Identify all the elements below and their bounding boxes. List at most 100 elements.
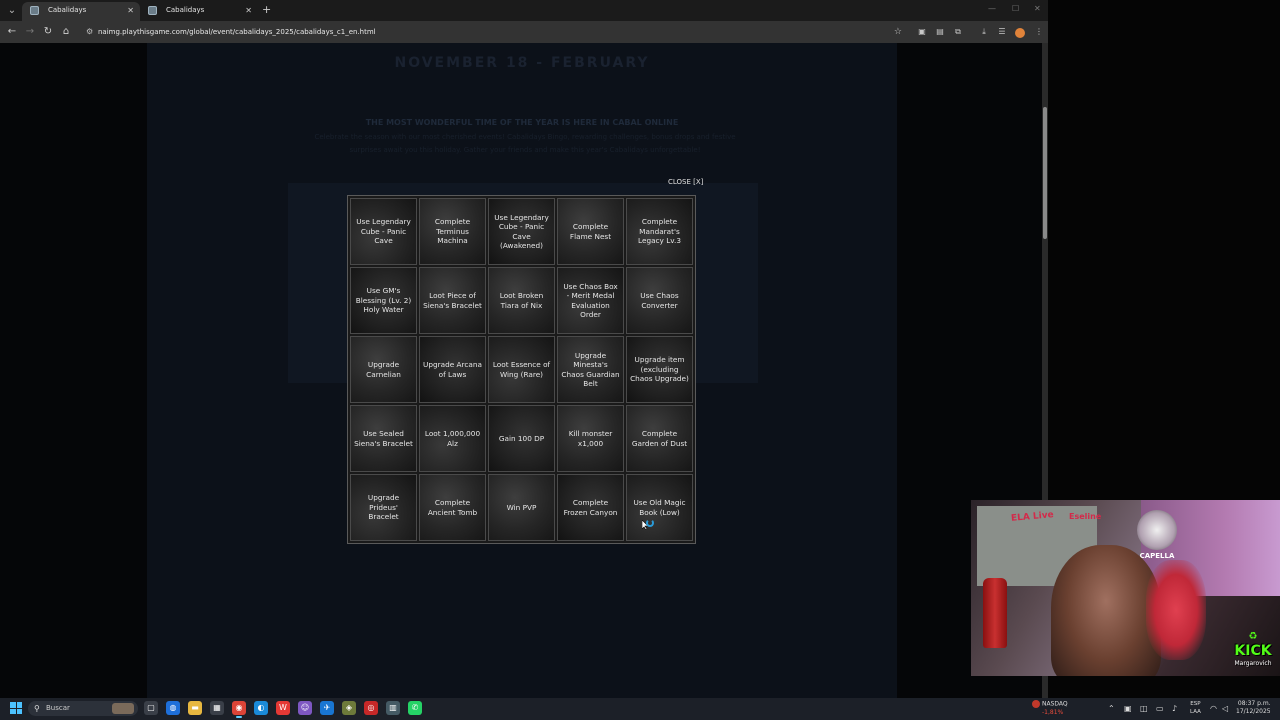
file-explorer-icon[interactable]: ▬ <box>188 701 202 715</box>
menu-dots-icon[interactable]: ⋮ <box>1033 25 1045 39</box>
app-w-icon[interactable]: W <box>276 701 290 715</box>
stock-indicator-icon <box>1032 700 1040 708</box>
address-url[interactable]: naimg.playthisgame.com/global/event/caba… <box>98 24 376 40</box>
windows-start-icon[interactable] <box>10 702 22 714</box>
minimize-icon[interactable]: — <box>988 4 996 13</box>
app-game-icon[interactable]: ◈ <box>342 701 356 715</box>
reload-icon[interactable]: ↻ <box>41 25 55 39</box>
bingo-cell[interactable]: Upgrade Carnelian <box>350 336 417 403</box>
bingo-cell[interactable]: Complete Garden of Dust <box>626 405 693 472</box>
soda-bottle <box>983 578 1007 648</box>
address-bar[interactable]: ⚙ naimg.playthisgame.com/global/event/ca… <box>80 24 906 40</box>
extension-icon[interactable]: ▤ <box>934 25 946 39</box>
tab-close-icon[interactable]: ✕ <box>127 2 134 19</box>
tray-monitor-icon[interactable]: ▭ <box>1156 702 1164 716</box>
language-bottom: LAA <box>1190 709 1201 715</box>
site-info-icon[interactable]: ⚙ <box>86 27 95 36</box>
streamer <box>1051 545 1161 676</box>
wifi-icon[interactable]: ◠ <box>1210 702 1217 716</box>
loading-spinner-icon <box>646 519 654 527</box>
bingo-cell[interactable]: Use GM's Blessing (Lv. 2) Holy Water <box>350 267 417 334</box>
taskbar-search-box[interactable]: ⚲ Buscar <box>28 701 138 716</box>
page-title: NOVEMBER 18 - FEBRUARY <box>394 55 650 71</box>
edge-app-icon[interactable]: ◐ <box>254 701 268 715</box>
profile-avatar[interactable] <box>1015 28 1025 38</box>
search-placeholder: Buscar <box>46 704 70 712</box>
bingo-cell[interactable]: Complete Flame Nest <box>557 198 624 265</box>
download-icon[interactable]: ⤓ <box>978 25 990 39</box>
stock-name: NASDAQ <box>1042 700 1068 708</box>
system-clock[interactable]: 08:37 p.m. 17/12/2025 <box>1236 700 1271 716</box>
bingo-cell[interactable]: Upgrade Minesta's Chaos Guardian Belt <box>557 336 624 403</box>
window-close-icon[interactable]: ✕ <box>1034 4 1041 13</box>
forward-arrow-icon[interactable]: → <box>23 25 37 39</box>
bingo-cell[interactable]: Gain 100 DP <box>488 405 555 472</box>
webcam-sign-right: Eseline <box>1069 512 1102 521</box>
capella-emblem-icon <box>1137 510 1177 550</box>
bingo-cell[interactable]: Complete Frozen Canyon <box>557 474 624 541</box>
stock-widget[interactable]: NASDAQ -1,81% <box>1032 700 1068 717</box>
bingo-cell[interactable]: Win PVP <box>488 474 555 541</box>
stock-change: -1,81% <box>1042 708 1064 716</box>
task-view-icon[interactable]: ▢ <box>144 701 158 715</box>
bingo-cell[interactable]: Use Legendary Cube - Panic Cave (Awakene… <box>488 198 555 265</box>
app-blue-icon[interactable]: ✈ <box>320 701 334 715</box>
bingo-cell[interactable]: Upgrade Arcana of Laws <box>419 336 486 403</box>
bingo-cell[interactable]: Use Chaos Box - Merit Medal Evaluation O… <box>557 267 624 334</box>
tab-strip: ⌄ Cabalidays ✕ Cabalidays ✕ + — ☐ ✕ <box>0 0 1048 21</box>
home-icon[interactable]: ⌂ <box>59 25 73 39</box>
tab-search-chevron-icon[interactable]: ⌄ <box>5 4 19 18</box>
bingo-cell[interactable]: Upgrade item (excluding Chaos Upgrade) <box>626 336 693 403</box>
streamer-hand <box>1146 560 1206 660</box>
bingo-cell[interactable]: Use Sealed Siena's Bracelet <box>350 405 417 472</box>
tray-app-icon[interactable]: ▣ <box>1124 702 1132 716</box>
favicon-icon <box>148 6 157 15</box>
tab-close-icon[interactable]: ✕ <box>245 2 252 19</box>
tab-title: Cabalidays <box>166 6 205 14</box>
bingo-cell[interactable]: Loot Piece of Siena's Bracelet <box>419 267 486 334</box>
windows-taskbar: ⚲ Buscar ▢ ◍ ▬ ▦ ◉ ◐ W ☺ ✈ ◈ ◎ ▥ ✆ NASDA… <box>0 698 1280 720</box>
bookmark-star-icon[interactable]: ☆ <box>894 24 902 40</box>
whatsapp-app-icon[interactable]: ✆ <box>408 701 422 715</box>
app-gray-icon[interactable]: ▥ <box>386 701 400 715</box>
modal-close-button[interactable]: CLOSE [X] <box>668 178 703 186</box>
search-icon: ⚲ <box>34 704 40 713</box>
tab-cabalidays-2[interactable]: Cabalidays ✕ <box>140 2 258 21</box>
bingo-cell[interactable]: Loot Essence of Wing (Rare) <box>488 336 555 403</box>
tab-cabalidays-1[interactable]: Cabalidays ✕ <box>22 2 140 21</box>
bingo-cell[interactable]: Complete Terminus Machina <box>419 198 486 265</box>
volume-icon[interactable]: ◁ <box>1222 702 1228 716</box>
tray-network-app-icon[interactable]: ◫ <box>1140 702 1148 716</box>
search-highlight-image <box>112 703 134 714</box>
cast-icon[interactable]: ▣ <box>916 25 928 39</box>
app-red-icon[interactable]: ◎ <box>364 701 378 715</box>
bingo-cell[interactable]: Use Old Magic Book (Low) <box>626 474 693 541</box>
scrollbar-thumb[interactable] <box>1043 107 1047 239</box>
bingo-cell[interactable]: Complete Mandarat's Legacy Lv.3 <box>626 198 693 265</box>
kick-badge: ♻ KICK Margarovich <box>1230 632 1276 672</box>
kick-username: Margarovich <box>1234 660 1272 667</box>
new-tab-plus-icon[interactable]: + <box>262 3 271 16</box>
puzzle-extensions-icon[interactable]: ⧉ <box>952 25 964 39</box>
bingo-cell[interactable]: Kill monster x1,000 <box>557 405 624 472</box>
chrome-app-icon[interactable]: ◍ <box>166 701 180 715</box>
maximize-icon[interactable]: ☐ <box>1012 4 1019 13</box>
language-indicator[interactable]: ESP LAA <box>1190 700 1201 716</box>
tab-title: Cabalidays <box>48 6 87 14</box>
microphone-icon[interactable]: ♪ <box>1172 702 1177 716</box>
bingo-cell[interactable]: Loot Broken Tiara of Nix <box>488 267 555 334</box>
bingo-cell[interactable]: Loot 1,000,000 Alz <box>419 405 486 472</box>
favicon-icon <box>30 6 39 15</box>
bingo-cell[interactable]: Upgrade Prideus' Bracelet <box>350 474 417 541</box>
reading-list-icon[interactable]: ☰ <box>996 25 1008 39</box>
chrome-active-icon[interactable]: ◉ <box>232 701 246 718</box>
bingo-cell[interactable]: Use Legendary Cube - Panic Cave <box>350 198 417 265</box>
bingo-cell[interactable]: Use Chaos Converter <box>626 267 693 334</box>
bingo-cell[interactable]: Complete Ancient Tomb <box>419 474 486 541</box>
tray-chevron-icon[interactable]: ⌃ <box>1108 702 1115 716</box>
page-heading: THE MOST WONDERFUL TIME OF THE YEAR IS H… <box>365 118 679 127</box>
store-app-icon[interactable]: ▦ <box>210 701 224 715</box>
browser-toolbar: ← → ↻ ⌂ ⚙ naimg.playthisgame.com/global/… <box>0 21 1048 43</box>
discord-app-icon[interactable]: ☺ <box>298 701 312 715</box>
back-arrow-icon[interactable]: ← <box>5 25 19 39</box>
